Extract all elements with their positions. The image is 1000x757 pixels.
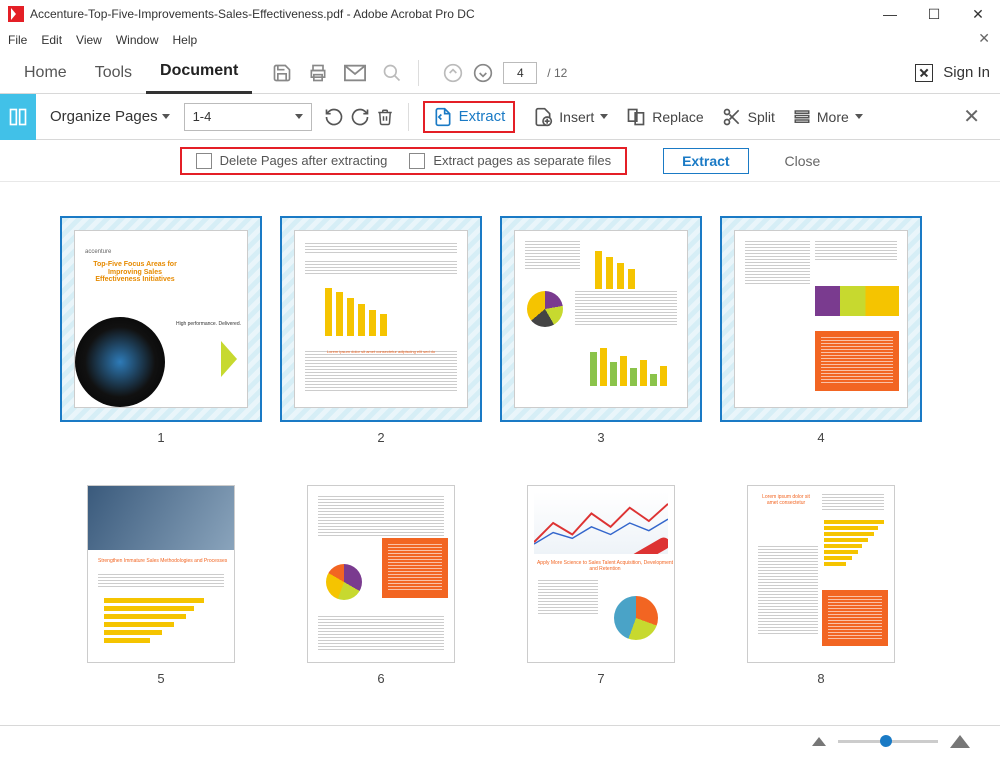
- extract-button[interactable]: Extract: [423, 101, 516, 133]
- page-up-icon[interactable]: [443, 63, 463, 83]
- rotate-cw-button[interactable]: [350, 107, 370, 127]
- tab-tools[interactable]: Tools: [81, 52, 146, 94]
- zoom-in-icon[interactable]: [950, 735, 970, 748]
- current-page-input[interactable]: 4: [503, 62, 537, 84]
- menu-help[interactable]: Help: [173, 33, 198, 47]
- tools-panel-icon[interactable]: [915, 64, 933, 82]
- menu-window[interactable]: Window: [116, 33, 159, 47]
- chevron-down-icon: [600, 114, 608, 119]
- zoom-out-icon[interactable]: [812, 737, 826, 746]
- menu-edit[interactable]: Edit: [41, 33, 62, 47]
- replace-button[interactable]: Replace: [626, 107, 703, 127]
- page-thumbnails-area: accenture Top-Five Focus Areas for Impro…: [0, 186, 1000, 725]
- organize-pages-tool-icon[interactable]: [0, 94, 36, 140]
- minimize-button[interactable]: —: [868, 0, 912, 28]
- sign-in-link[interactable]: Sign In: [943, 64, 990, 81]
- split-button[interactable]: Split: [722, 107, 775, 127]
- page-thumb-4[interactable]: 4: [720, 216, 922, 445]
- page-thumb-3[interactable]: 3: [500, 216, 702, 445]
- acrobat-app-icon: [8, 6, 24, 22]
- chevron-down-icon: [162, 114, 170, 119]
- menu-file[interactable]: File: [8, 33, 27, 47]
- window-title: Accenture-Top-Five-Improvements-Sales-Ef…: [30, 7, 475, 21]
- menubar: File Edit View Window Help ✕: [0, 28, 1000, 52]
- doc-close-icon[interactable]: ✕: [978, 30, 990, 47]
- zoom-bar: [0, 725, 1000, 757]
- close-tool-button[interactable]: ✕: [955, 104, 988, 129]
- page-thumb-2[interactable]: Lorem ipsum dolor sit amet consectetur a…: [280, 216, 482, 445]
- insert-button[interactable]: Insert: [533, 107, 608, 127]
- mail-icon[interactable]: [344, 64, 366, 82]
- extract-options-bar: Delete Pages after extracting Extract pa…: [0, 140, 1000, 182]
- more-button[interactable]: More: [793, 108, 863, 126]
- checkbox-separate-files[interactable]: Extract pages as separate files: [409, 153, 611, 169]
- menu-view[interactable]: View: [76, 33, 102, 47]
- page-thumb-1[interactable]: accenture Top-Five Focus Areas for Impro…: [60, 216, 262, 445]
- search-icon[interactable]: [382, 63, 402, 83]
- page-thumb-7[interactable]: Apply More Science to Sales Talent Acqui…: [500, 485, 702, 686]
- close-window-button[interactable]: ✕: [956, 0, 1000, 28]
- extract-confirm-button[interactable]: Extract: [663, 148, 748, 174]
- tab-document[interactable]: Document: [146, 52, 252, 94]
- organize-pages-dropdown[interactable]: Organize Pages: [50, 108, 170, 125]
- extract-close-link[interactable]: Close: [785, 153, 821, 169]
- checkbox-delete-after[interactable]: Delete Pages after extracting: [196, 153, 388, 169]
- organize-toolbar: Organize Pages 1-4 Extract Insert Replac…: [0, 94, 1000, 140]
- primary-toolbar: Home Tools Document 4 / 12 Sign In: [0, 52, 1000, 94]
- maximize-button[interactable]: ☐: [912, 0, 956, 28]
- page-thumb-5[interactable]: Strengthen Immature Sales Methodologies …: [60, 485, 262, 686]
- page-down-icon[interactable]: [473, 63, 493, 83]
- chevron-down-icon: [855, 114, 863, 119]
- extract-options-highlight: Delete Pages after extracting Extract pa…: [180, 147, 627, 175]
- rotate-ccw-button[interactable]: [324, 107, 344, 127]
- page-thumb-8[interactable]: Lorem ipsum dolor sit amet consectetur 8: [720, 485, 922, 686]
- tab-home[interactable]: Home: [10, 52, 81, 94]
- chevron-down-icon: [295, 114, 303, 119]
- save-icon[interactable]: [272, 63, 292, 83]
- page-total: / 12: [547, 66, 567, 80]
- delete-button[interactable]: [376, 107, 394, 127]
- titlebar: Accenture-Top-Five-Improvements-Sales-Ef…: [0, 0, 1000, 28]
- page-thumb-6[interactable]: 6: [280, 485, 482, 686]
- page-range-input[interactable]: 1-4: [184, 103, 312, 131]
- print-icon[interactable]: [308, 63, 328, 83]
- zoom-slider[interactable]: [838, 740, 938, 743]
